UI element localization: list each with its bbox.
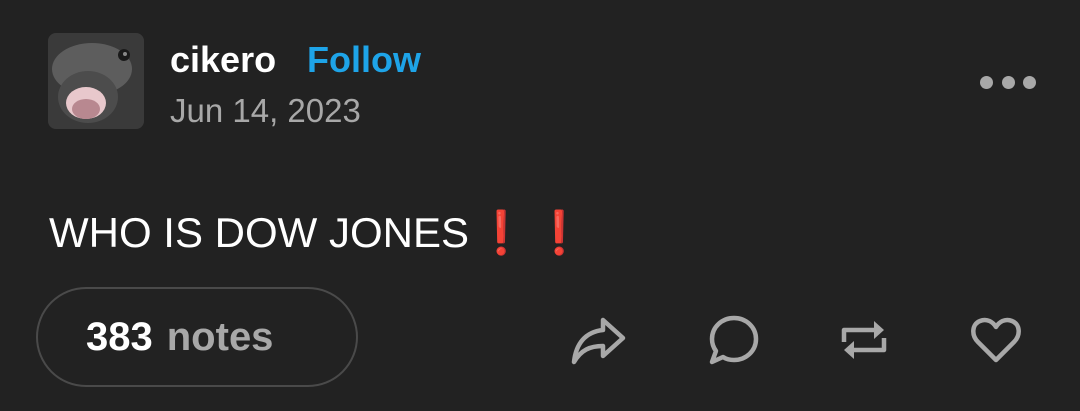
heart-icon [971,317,1021,363]
post-card: cikero Follow Jun 14, 2023 WHO IS DOW JO… [0,0,1080,411]
like-button[interactable] [968,312,1024,368]
post-date: Jun 14, 2023 [170,92,361,129]
notes-label: notes [166,314,274,359]
avatar-image [48,33,144,129]
more-dot [1001,75,1015,89]
more-dot [1023,75,1036,89]
more-options-icon[interactable] [980,66,1036,98]
username-link[interactable]: cikero [170,40,276,80]
reblog-button[interactable] [836,312,892,368]
post-body: WHO IS DOW JONES ❗ ❗ [49,210,586,256]
notes-button[interactable]: 383 notes [36,287,358,387]
notes-count: 383 [86,314,153,359]
reblog-icon [841,321,887,359]
comment-icon [709,315,759,365]
avatar[interactable] [48,33,144,129]
reply-button[interactable] [706,312,762,368]
follow-button[interactable]: Follow [307,40,421,80]
post-body-text: WHO IS DOW JONES [49,209,469,256]
share-icon [571,317,626,365]
share-button[interactable] [570,312,626,368]
red-exclamation-icon: ❗ [533,209,586,256]
red-exclamation-icon: ❗ [475,209,528,256]
more-dot [980,75,993,89]
